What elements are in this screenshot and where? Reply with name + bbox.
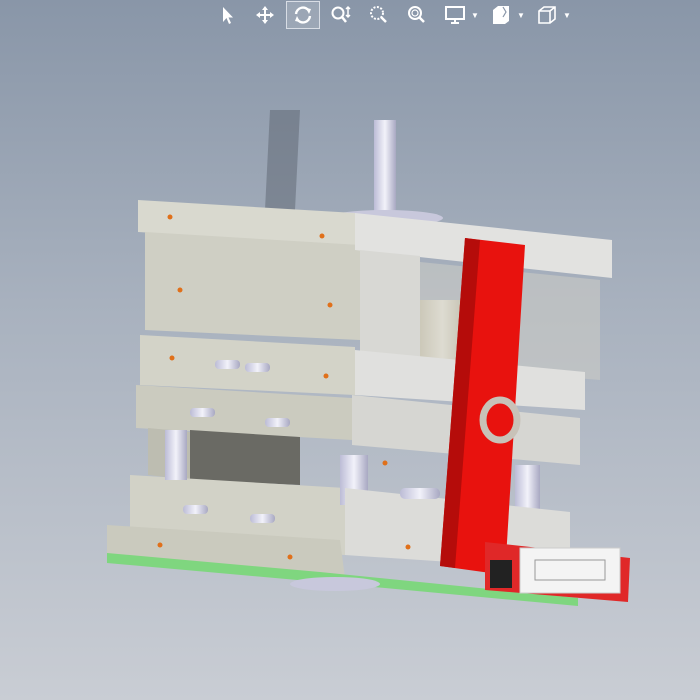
sprue-bushing: [374, 120, 396, 220]
shadow: [265, 110, 300, 210]
mold-3d-model[interactable]: [0, 0, 700, 700]
mold-left-side: [107, 200, 360, 582]
